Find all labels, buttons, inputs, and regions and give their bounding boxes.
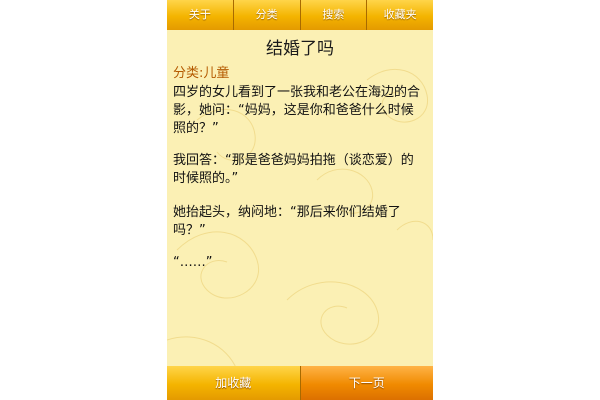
article-content: 结婚了吗 分类:儿童 四岁的女儿看到了一张我和老公在海边的合影，她问：“妈妈，这… (167, 30, 433, 366)
article-paragraph: 我回答：“那是爸爸妈妈拍拖（谈恋爱）的时候照的。” (173, 153, 414, 186)
top-nav-bar: 关于 分类 搜索 收藏夹 (167, 0, 433, 30)
add-favorite-button[interactable]: 加收藏 (167, 366, 300, 400)
bottom-action-bar: 加收藏 下一页 (167, 366, 433, 400)
tab-category[interactable]: 分类 (233, 0, 300, 30)
tab-search[interactable]: 搜索 (300, 0, 367, 30)
article-paragraph: 四岁的女儿看到了一张我和老公在海边的合影，她问：“妈妈，这是你和爸爸什么时候照的… (173, 85, 421, 136)
phone-screen: 关于 分类 搜索 收藏夹 结婚了吗 分类:儿童 四岁的女儿看到了一张我和老公在海… (167, 0, 433, 400)
article-paragraph: “……” (173, 255, 213, 270)
article-paragraph: 她抬起头，纳闷地：“那后来你们结婚了吗？” (173, 205, 401, 238)
tab-favorites[interactable]: 收藏夹 (367, 0, 433, 30)
article-title: 结婚了吗 (266, 39, 334, 59)
next-page-button[interactable]: 下一页 (300, 366, 433, 400)
tab-about[interactable]: 关于 (167, 0, 233, 30)
article-category[interactable]: 分类:儿童 (173, 66, 229, 82)
